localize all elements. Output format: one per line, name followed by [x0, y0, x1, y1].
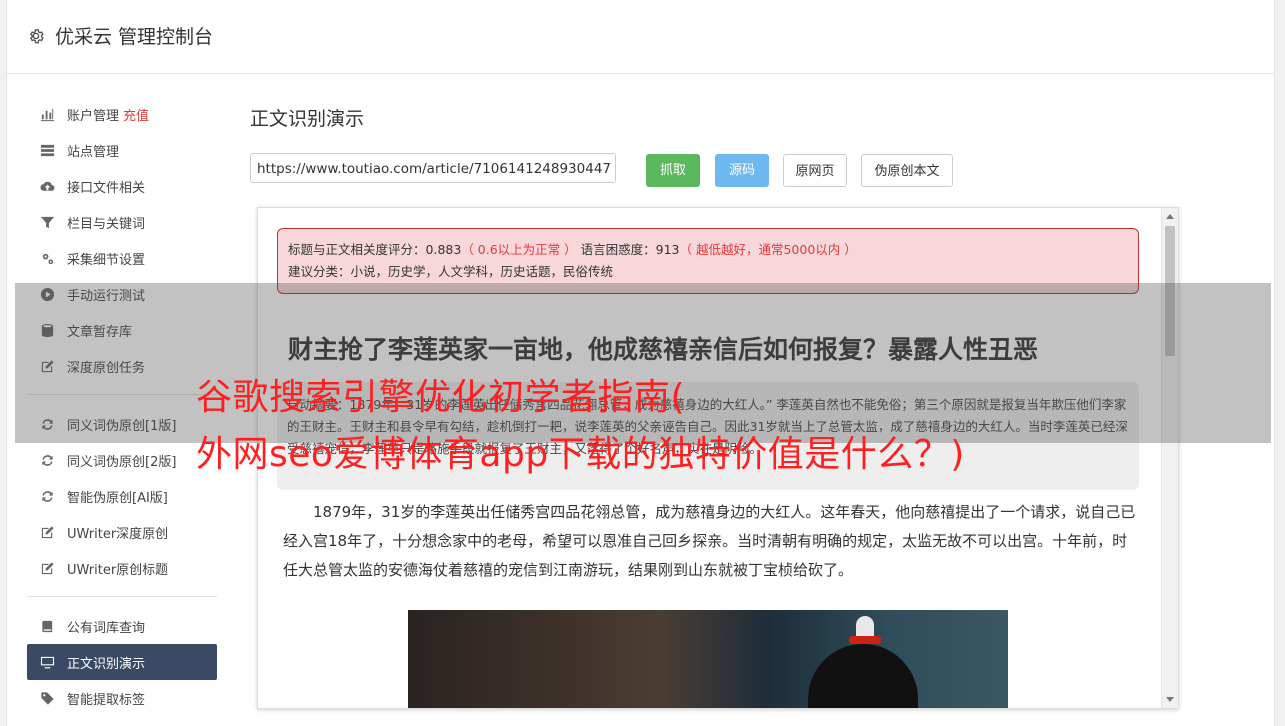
cloud-upload-icon: [39, 178, 55, 194]
original-page-button[interactable]: 原网页: [783, 154, 847, 187]
overlay-line-2: 外网seo爱博体育app下载的独特价值是什么？): [196, 434, 965, 475]
tag-icon: [39, 690, 55, 706]
sidebar-item-label: 栏目与关键词: [67, 216, 146, 232]
sidebar-item-label: 正文识别演示: [67, 656, 146, 672]
bar-chart-icon: [39, 106, 55, 122]
confusion-label: 语言困惑度：: [580, 242, 656, 257]
confusion-hint: （ 越低越好，通常5000以内 ）: [679, 242, 857, 257]
sidebar-item-label: 账户管理: [67, 108, 120, 124]
rewrite-article-button[interactable]: 伪原创本文: [861, 154, 953, 187]
category-value: 小说，历史学，人文学科，历史话题，民俗传统: [350, 264, 614, 279]
edit-icon: [39, 560, 55, 576]
monitor-icon: [39, 654, 55, 670]
score-hint: （ 0.6以上为正常 ）: [461, 242, 577, 257]
url-input[interactable]: https://www.toutiao.com/article/71061412…: [250, 153, 616, 183]
source-button[interactable]: 源码: [715, 154, 769, 187]
score-value: 0.883: [425, 242, 462, 257]
score-label: 标题与正文相关度评分：: [288, 242, 426, 257]
filter-icon: [39, 214, 55, 230]
sidebar-item-synonym-v2[interactable]: 同义词伪原创[2版]: [27, 442, 217, 478]
sidebar-item-public-lexicon[interactable]: 公有词库查询: [27, 608, 217, 644]
hat-band: [849, 636, 881, 644]
hat-shape: [808, 644, 918, 708]
server-icon: [39, 142, 55, 158]
top-bar: 优采云 管理控制台: [7, 0, 1274, 74]
fetch-button[interactable]: 抓取: [646, 154, 700, 187]
brand[interactable]: 优采云 管理控制台: [27, 22, 213, 49]
category-label: 建议分类：: [288, 264, 351, 279]
scroll-up-arrow-icon[interactable]: [1166, 214, 1174, 219]
refresh-icon: [39, 488, 55, 504]
sidebar-item-ai-rewrite[interactable]: 智能伪原创[AI版]: [27, 478, 217, 514]
edit-icon: [39, 524, 55, 540]
sidebar-item-uwriter-title[interactable]: UWriter原创标题: [27, 550, 217, 586]
sidebar-item-label: 同义词伪原创[2版]: [67, 454, 177, 470]
sidebar-item-account[interactable]: 账户管理 充值: [27, 96, 217, 132]
article-image: [408, 610, 1008, 708]
overlay-line-1: 谷歌搜索引擎优化初学者指南(: [196, 377, 686, 418]
sidebar-item-label: UWriter原创标题: [67, 562, 169, 578]
refresh-icon: [39, 452, 55, 468]
app-title: 优采云 管理控制台: [55, 26, 214, 48]
sidebar-item-label: 采集细节设置: [67, 252, 146, 268]
sidebar-item-collect-settings[interactable]: 采集细节设置: [27, 240, 217, 276]
gears-icon: [39, 250, 55, 266]
sidebar-item-label: 站点管理: [67, 144, 120, 160]
confusion-value: 913: [655, 242, 680, 257]
book-icon: [39, 618, 55, 634]
sidebar-item-sites[interactable]: 站点管理: [27, 132, 217, 168]
sidebar-divider: [27, 596, 217, 597]
sidebar-item-label: UWriter深度原创: [67, 526, 169, 542]
sidebar-item-label: 智能提取标签: [67, 692, 146, 708]
sidebar-item-uwriter-deep[interactable]: UWriter深度原创: [27, 514, 217, 550]
scroll-down-arrow-icon[interactable]: [1166, 697, 1174, 702]
sidebar-item-label: 智能伪原创[AI版]: [67, 490, 168, 506]
sidebar-item-api-files[interactable]: 接口文件相关: [27, 168, 217, 204]
article-paragraph: 1879年，31岁的李莲英出任储秀宫四品花翎总管，成为慈禧身边的大红人。这年春天…: [283, 503, 1136, 579]
sidebar-item-text-recognition[interactable]: 正文识别演示: [27, 644, 217, 680]
sidebar-item-label: 公有词库查询: [67, 620, 146, 636]
sidebar-item-label: 接口文件相关: [67, 180, 146, 196]
recharge-link[interactable]: 充值: [123, 105, 149, 124]
sidebar-item-columns-keywords[interactable]: 栏目与关键词: [27, 204, 217, 240]
page-title: 正文识别演示: [250, 108, 365, 130]
gear-icon: [29, 28, 44, 43]
sidebar-item-smart-tags[interactable]: 智能提取标签: [27, 680, 217, 716]
